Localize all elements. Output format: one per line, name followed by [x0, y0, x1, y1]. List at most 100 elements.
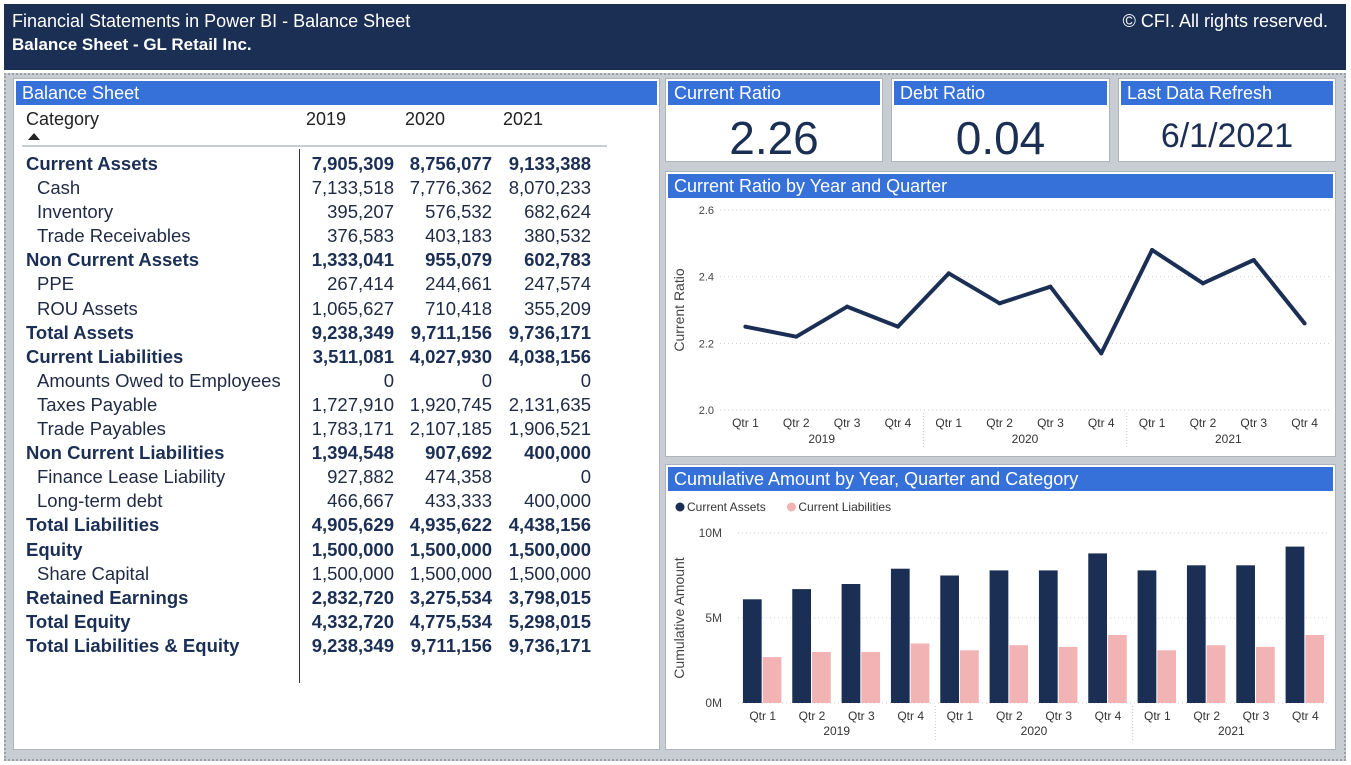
bar-current-liabilities [1256, 646, 1275, 703]
table-row[interactable]: Current Liabilities 3,511,081 4,027,930 4,0… [22, 344, 607, 368]
cumulative-amount-bar-chart[interactable]: Cumulative Amount by Year, Quarter and C… [665, 464, 1336, 750]
cell-value-2020: 1,500,000 [409, 538, 492, 560]
x-tick-label: Qtr 4 [1291, 416, 1318, 430]
cell-value-2020: 955,079 [425, 249, 492, 271]
x-tick-label: Qtr 4 [897, 709, 924, 723]
x-group-label: 2019 [823, 724, 850, 738]
bar-current-liabilities [1009, 645, 1029, 703]
table-row[interactable]: ROU Assets 1,065,627 710,418 355,209 [22, 296, 607, 320]
row-label: Current Assets [26, 153, 158, 174]
column-header-2019[interactable]: 2019 [306, 109, 346, 130]
table-row[interactable]: Current Assets 7,905,309 8,756,077 9,133,38… [22, 151, 607, 175]
balance-sheet-title: Balance Sheet [16, 81, 657, 105]
x-tick-label: Qtr 4 [1088, 416, 1115, 430]
table-row[interactable]: Non Current Liabilities 1,394,548 907,692 4… [22, 440, 607, 464]
cell-value-2021: 0 [580, 466, 591, 488]
cell-value-2019: 267,414 [327, 273, 394, 295]
table-row[interactable]: Share Capital 1,500,000 1,500,000 1,500,000 [22, 561, 607, 585]
x-group-label: 2020 [1021, 724, 1048, 738]
table-row[interactable]: Total Assets 9,238,349 9,711,156 9,736,171 [22, 320, 607, 344]
table-row[interactable]: Trade Receivables 376,583 403,183 380,532 [22, 223, 607, 247]
column-header-2021[interactable]: 2021 [503, 109, 543, 130]
table-row[interactable]: Trade Payables 1,783,171 2,107,185 1,906,52… [22, 416, 607, 440]
cell-value-2021: 682,624 [524, 201, 591, 223]
table-row[interactable]: Total Liabilities 4,905,629 4,935,622 4,438… [22, 512, 607, 536]
x-tick-label: Qtr 3 [1037, 416, 1064, 430]
row-label: Amounts Owed to Employees [37, 369, 281, 391]
debt-ratio-card[interactable]: Debt Ratio 0.04 [891, 78, 1110, 164]
row-label: Finance Lease Liability [37, 466, 226, 488]
cell-value-2020: 7,776,362 [409, 177, 492, 199]
balance-sheet-visual[interactable]: Balance Sheet Category 2019 2020 2021 Cu… [13, 78, 660, 750]
cell-value-2020: 576,532 [425, 201, 492, 223]
row-label: Total Equity [26, 610, 131, 632]
y-axis-title: Current Ratio [671, 268, 687, 351]
cell-value-2020: 9,711,156 [410, 634, 492, 656]
table-row[interactable]: Finance Lease Liability 927,882 474,358 0 [22, 464, 607, 488]
line-point [1099, 351, 1104, 356]
table-row[interactable]: Inventory 395,207 576,532 682,624 [22, 199, 607, 223]
line-chart-title: Current Ratio by Year and Quarter [668, 174, 1333, 198]
bar-current-liabilities [1305, 635, 1325, 703]
debt-ratio-value: 0.04 [955, 112, 1046, 164]
table-row[interactable]: Equity 1,500,000 1,500,000 1,500,000 [22, 537, 607, 561]
cell-value-2021: 9,736,171 [508, 321, 591, 343]
current-ratio-line [745, 248, 1307, 356]
table-row[interactable]: PPE 267,414 244,661 247,574 [22, 271, 607, 295]
debt-ratio-label: Debt Ratio [894, 81, 1107, 105]
cell-value-2021: 8,070,233 [508, 177, 591, 199]
sort-ascending-icon[interactable] [28, 133, 40, 140]
cell-value-2020: 4,935,622 [409, 514, 492, 536]
cell-value-2021: 1,500,000 [508, 538, 591, 560]
table-row[interactable]: Long-term debt 466,667 433,333 400,000 [22, 488, 607, 512]
last-refresh-card[interactable]: Last Data Refresh 6/1/2021 [1118, 78, 1336, 162]
current-ratio-card[interactable]: Current Ratio 2.26 [665, 78, 883, 164]
cell-value-2021: 380,532 [524, 225, 591, 247]
line-point [997, 301, 1002, 306]
row-label: Total Assets [26, 321, 134, 343]
table-row[interactable]: Non Current Assets 1,333,041 955,079 602,78… [22, 247, 607, 271]
y-tick-label: 5M [705, 611, 722, 625]
bar-current-assets [1088, 553, 1107, 703]
table-row[interactable]: Amounts Owed to Employees 0 0 0 [22, 368, 607, 392]
cell-value-2020: 710,418 [425, 297, 492, 319]
bar-current-assets [1285, 546, 1305, 703]
report-subtitle: Balance Sheet - GL Retail Inc. [12, 35, 252, 54]
cell-value-2019: 4,332,720 [311, 610, 394, 632]
table-row[interactable]: Total Liabilities & Equity 9,238,349 9,711… [22, 633, 607, 657]
cell-value-2020: 2,107,185 [409, 418, 492, 440]
bar-current-assets [1236, 565, 1255, 703]
table-row[interactable]: Retained Earnings 2,832,720 3,275,534 3,798… [22, 585, 607, 609]
column-header-2020[interactable]: 2020 [405, 109, 445, 130]
cell-value-2019: 1,065,627 [311, 297, 394, 319]
current-ratio-line-chart[interactable]: Current Ratio by Year and Quarter 2.0 2.2… [665, 171, 1336, 457]
x-tick-label: Qtr 2 [1193, 709, 1220, 723]
cell-value-2021: 5,298,015 [508, 610, 591, 632]
bar-current-liabilities [812, 652, 831, 703]
cell-value-2019: 1,500,000 [311, 562, 394, 584]
cell-value-2019: 1,500,000 [311, 538, 394, 560]
row-label: Share Capital [37, 562, 150, 584]
bar-current-assets [989, 570, 1009, 703]
table-row[interactable]: Taxes Payable 1,727,910 1,920,745 2,131,635 [22, 392, 607, 416]
line-point [743, 324, 748, 329]
cell-value-2020: 1,500,000 [409, 562, 492, 584]
cell-value-2021: 1,500,000 [508, 562, 591, 584]
x-tick-label: Qtr 3 [834, 416, 861, 430]
row-label: Long-term debt [37, 490, 163, 512]
row-label: Trade Receivables [37, 225, 191, 247]
x-tick-label: Qtr 1 [749, 709, 776, 723]
x-tick-label: Qtr 2 [996, 709, 1023, 723]
cell-value-2019: 927,882 [327, 466, 394, 488]
cell-value-2020: 3,275,534 [409, 586, 492, 608]
row-label: Taxes Payable [37, 393, 158, 415]
table-header: Category 2019 2020 2021 [22, 107, 607, 147]
table-row[interactable]: Cash 7,133,518 7,776,362 8,070,233 [22, 175, 607, 199]
x-tick-label: Qtr 1 [732, 416, 759, 430]
cell-value-2020: 433,333 [425, 490, 492, 512]
bar-current-liabilities [910, 643, 930, 703]
column-header-category[interactable]: Category [26, 109, 99, 130]
table-row[interactable]: Total Equity 4,332,720 4,775,534 5,298,015 [22, 609, 607, 633]
copyright-text: © CFI. All rights reserved. [1122, 11, 1328, 31]
cell-value-2019: 2,832,720 [311, 586, 394, 608]
